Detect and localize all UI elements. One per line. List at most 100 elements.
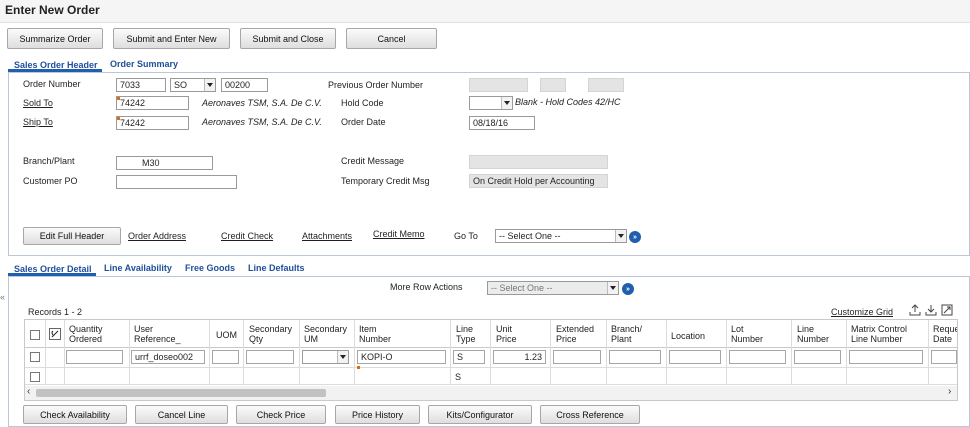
matrix-control-line-number-input[interactable] [849,350,923,364]
cross-reference-button[interactable]: Cross Reference [540,405,640,424]
chevron-down-icon [337,351,348,363]
tab-order-summary[interactable]: Order Summary [110,59,178,69]
price-history-button[interactable]: Price History [335,405,420,424]
scrollbar-thumb[interactable] [36,389,326,397]
kits-configurator-button[interactable]: Kits/Configurator [428,405,532,424]
column-header-uom[interactable]: UOM [216,330,237,340]
customer-po-label: Customer PO [23,176,78,186]
grid-col-divider [209,320,210,384]
more-row-actions-select[interactable]: -- Select One -- [487,281,619,295]
user-reference-input[interactable]: urrf_doseo002 [131,350,205,364]
order-company-input[interactable]: 00200 [221,78,268,92]
go-arrow-icon[interactable]: » [629,231,641,243]
credit-message-field [469,155,608,169]
grid-col-divider [45,320,46,384]
lot-number-input[interactable] [729,350,786,364]
tab-free-goods[interactable]: Free Goods [185,263,235,273]
cancel-button[interactable]: Cancel [346,28,437,49]
column-header-extended-price[interactable]: Extended Price [556,324,594,344]
item-number-input[interactable]: KOPI-O [357,350,446,364]
cancel-line-button[interactable]: Cancel Line [135,405,228,424]
attachments-link[interactable]: Attachments [302,231,352,241]
column-header-unit-price[interactable]: Unit Price [496,324,517,344]
sold-to-input[interactable]: 74242 [116,96,189,110]
column-header-location[interactable]: Location [671,331,705,341]
collapse-sidebar-icon[interactable]: « [0,292,5,302]
scroll-left-icon[interactable]: ‹ [27,386,30,397]
location-input[interactable] [669,350,721,364]
maximize-grid-icon[interactable] [941,304,953,316]
requested-date-input[interactable] [931,350,957,364]
tab-line-availability[interactable]: Line Availability [104,263,172,273]
credit-check-link[interactable]: Credit Check [221,231,273,241]
uom-input[interactable] [212,350,239,364]
column-header-requested-date[interactable]: Reque Date [933,324,957,344]
previous-order-company-field [588,78,624,92]
column-header-quantity-ordered[interactable]: Quantity Ordered [69,324,103,344]
tab-line-defaults[interactable]: Line Defaults [248,263,305,273]
branch-plant-label: Branch/Plant [23,156,75,166]
extended-price-input[interactable] [553,350,601,364]
import-icon[interactable] [925,304,937,316]
grid-col-divider [791,320,792,384]
select-all-checkbox[interactable] [30,330,40,340]
submit-and-enter-new-button[interactable]: Submit and Enter New [113,28,230,49]
row-select-checkbox[interactable] [30,352,40,362]
line-number-input[interactable] [794,350,841,364]
edit-full-header-button[interactable]: Edit Full Header [23,227,121,245]
row-select-checkbox[interactable] [30,372,40,382]
go-to-label: Go To [454,231,478,241]
chevron-down-icon [615,230,626,242]
order-type-value: SO [174,80,188,90]
grid-col-divider [129,320,130,384]
column-header-line-number[interactable]: Line Number [797,324,829,344]
column-header-item-number[interactable]: Item Number [359,324,391,344]
check-price-button[interactable]: Check Price [236,405,326,424]
ship-to-link[interactable]: Ship To [23,117,53,127]
line-type-value: S [455,372,462,382]
grid-col-divider [666,320,667,384]
customize-grid-link[interactable]: Customize Grid [831,307,893,317]
credit-message-label: Credit Message [341,156,405,166]
grid-col-divider [299,320,300,384]
temporary-credit-message-label: Temporary Credit Msg [341,176,430,186]
line-type-input[interactable]: S [453,350,485,364]
chevron-down-icon [501,97,512,109]
previous-order-number-label: Previous Order Number [328,80,424,90]
customer-po-input[interactable] [116,175,237,189]
export-icon[interactable] [909,304,921,316]
branch-plant-input[interactable]: M30 [116,156,213,170]
order-type-select[interactable]: SO [170,78,216,92]
order-address-link[interactable]: Order Address [128,231,186,241]
go-to-select-value: -- Select One -- [499,231,561,241]
column-header-secondary-um[interactable]: Secondary UM [304,324,347,344]
column-header-secondary-qty[interactable]: Secondary Qty [249,324,292,344]
column-header-line-type[interactable]: Line Type [456,324,476,344]
credit-memo-link[interactable]: Credit Memo [373,229,425,239]
records-count: Records 1 - 2 [28,307,83,317]
unit-price-input[interactable]: 1.23 [493,350,546,364]
check-availability-button[interactable]: Check Availability [23,405,127,424]
go-to-select[interactable]: -- Select One -- [495,229,627,243]
column-header-matrix-control-line-number[interactable]: Matrix Control Line Number [851,324,907,344]
grid-col-divider [64,320,65,384]
grid-col-divider [354,320,355,384]
column-header-branch-plant[interactable]: Branch/ Plant [611,324,642,344]
hold-code-select[interactable] [469,96,513,110]
sold-to-link[interactable]: Sold To [23,98,53,108]
go-arrow-icon[interactable]: » [622,283,634,295]
column-header-lot-number[interactable]: Lot Number [731,324,763,344]
secondary-qty-input[interactable] [246,350,294,364]
branch-plant-cell-input[interactable] [609,350,661,364]
order-number-input[interactable]: 7033 [116,78,166,92]
chevron-down-icon [204,79,215,91]
grid-col-divider [450,320,451,384]
secondary-um-select[interactable] [302,350,349,364]
scroll-right-icon[interactable]: › [948,386,951,397]
quantity-ordered-input[interactable] [66,350,123,364]
ship-to-input[interactable]: 74242 [116,116,189,130]
order-date-input[interactable]: 08/18/16 [469,116,535,130]
summarize-order-button[interactable]: Summarize Order [7,28,103,49]
column-header-user-reference[interactable]: User Reference_ [134,324,181,344]
submit-and-close-button[interactable]: Submit and Close [240,28,336,49]
